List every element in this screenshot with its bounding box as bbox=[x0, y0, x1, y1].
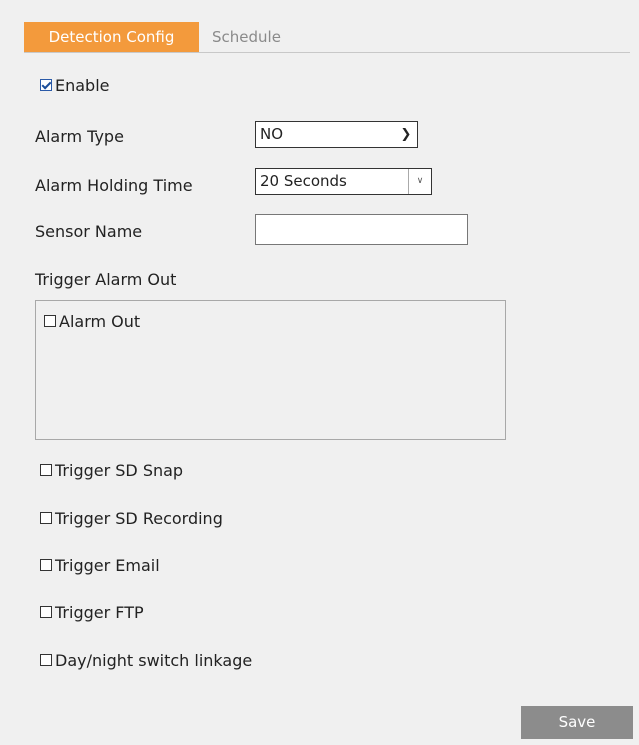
alarm-type-value: NO bbox=[260, 125, 284, 143]
alarm-type-select[interactable]: NO ❯ bbox=[255, 121, 418, 148]
trigger-sd-snap-checkbox[interactable] bbox=[40, 463, 52, 476]
trigger-sd-recording-checkbox[interactable] bbox=[40, 511, 52, 524]
trigger-ftp-checkbox[interactable] bbox=[40, 605, 52, 618]
trigger-sd-snap-label: Trigger SD Snap bbox=[55, 461, 184, 480]
dropdown-arrow-icon: ∨ bbox=[408, 169, 431, 194]
enable-checkbox[interactable] bbox=[40, 78, 52, 91]
enable-option[interactable]: Enable bbox=[40, 76, 110, 95]
chevron-down-icon: ❯ bbox=[400, 127, 412, 142]
alarm-type-label: Alarm Type bbox=[35, 127, 124, 146]
tab-schedule[interactable]: Schedule bbox=[202, 22, 291, 52]
trigger-sd-recording-option[interactable]: Trigger SD Recording bbox=[40, 509, 223, 528]
alarm-holding-time-label: Alarm Holding Time bbox=[35, 176, 193, 195]
day-night-switch-linkage-label: Day/night switch linkage bbox=[55, 651, 253, 670]
trigger-sd-snap-option[interactable]: Trigger SD Snap bbox=[40, 461, 183, 480]
alarm-holding-time-select[interactable]: 20 Seconds ∨ bbox=[255, 168, 432, 195]
day-night-switch-linkage-checkbox[interactable] bbox=[40, 653, 52, 666]
trigger-email-option[interactable]: Trigger Email bbox=[40, 556, 160, 575]
alarm-out-option[interactable]: Alarm Out bbox=[44, 312, 140, 331]
enable-label: Enable bbox=[55, 76, 110, 95]
trigger-alarm-out-label: Trigger Alarm Out bbox=[35, 270, 177, 289]
tab-bar: Detection Config Schedule bbox=[24, 22, 630, 53]
sensor-name-input[interactable] bbox=[255, 214, 468, 245]
trigger-ftp-label: Trigger FTP bbox=[55, 603, 144, 622]
alarm-out-checkbox[interactable] bbox=[44, 314, 56, 327]
trigger-sd-recording-label: Trigger SD Recording bbox=[55, 509, 223, 528]
alarm-holding-time-value: 20 Seconds bbox=[260, 172, 347, 190]
tab-detection-config[interactable]: Detection Config bbox=[24, 22, 199, 52]
save-button[interactable]: Save bbox=[521, 706, 633, 739]
trigger-email-checkbox[interactable] bbox=[40, 558, 52, 571]
trigger-ftp-option[interactable]: Trigger FTP bbox=[40, 603, 144, 622]
day-night-switch-linkage-option[interactable]: Day/night switch linkage bbox=[40, 651, 252, 670]
trigger-email-label: Trigger Email bbox=[55, 556, 160, 575]
alarm-out-label: Alarm Out bbox=[59, 312, 141, 331]
alarm-out-list: Alarm Out bbox=[35, 300, 506, 440]
sensor-name-label: Sensor Name bbox=[35, 222, 143, 241]
